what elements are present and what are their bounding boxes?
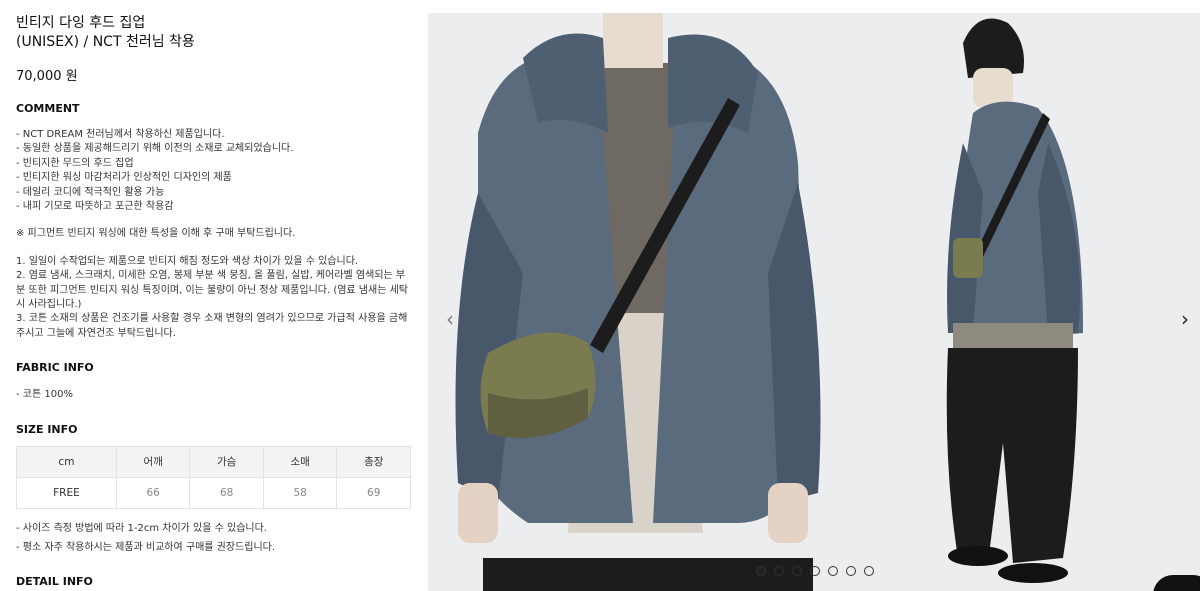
washing-notice: ※ 피그먼트 빈티지 워싱에 대한 특성을 이해 후 구매 부탁드립니다. xyxy=(16,228,296,240)
size-cell: 66 xyxy=(115,476,191,509)
gallery-dot[interactable] xyxy=(864,566,874,576)
size-col-header: cm xyxy=(16,445,117,478)
size-heading: SIZE INFO xyxy=(16,422,78,436)
comment-line: - 빈티지한 워싱 마감처리가 인상적인 디자인의 제품 xyxy=(16,172,232,184)
size-note: - 사이즈 측정 방법에 따라 1-2cm 차이가 있을 수 있습니다. xyxy=(16,522,267,534)
size-col-header: 어깨 xyxy=(115,445,191,478)
gallery-dot[interactable] xyxy=(756,566,766,576)
product-info-panel: 빈티지 다잉 후드 집업 (UNISEX) / NCT 천러님 착용 70,00… xyxy=(16,14,412,588)
size-cell: 68 xyxy=(189,476,264,509)
comment-line: - 내피 기모로 따뜻하고 포근한 착용감 xyxy=(16,201,174,213)
comment-heading: COMMENT xyxy=(16,102,80,115)
product-gallery[interactable]: ‹ › xyxy=(428,13,1200,591)
product-subtitle: (UNISEX) / NCT 천러님 착용 xyxy=(16,34,195,50)
product-photo xyxy=(455,13,1083,591)
size-col-header: 가슴 xyxy=(189,445,264,478)
size-table-header: cm 어깨 가슴 소매 총장 xyxy=(16,445,411,478)
product-title: 빈티지 다잉 후드 집업 xyxy=(16,15,146,31)
care-note: 2. 염료 냄새, 스크래치, 미세한 오염, 봉제 부분 색 뭉침, 올 풀림… xyxy=(16,270,408,311)
size-notes: - 사이즈 측정 방법에 따라 1-2cm 차이가 있을 수 있습니다. - 평… xyxy=(16,519,412,557)
model-side-image xyxy=(946,18,1083,583)
comment-line: - 빈티지한 무드의 후드 집업 xyxy=(16,157,134,169)
comment-line: - NCT DREAM 천러님께서 착용하신 제품입니다. xyxy=(16,129,225,140)
chevron-left-icon[interactable]: ‹ xyxy=(446,307,454,331)
size-note: - 평소 자주 착용하시는 제품과 비교하여 구매를 권장드립니다. xyxy=(16,541,276,553)
size-cell: 58 xyxy=(262,476,338,509)
size-table: cm 어깨 가슴 소매 총장 FREE 66 68 58 69 xyxy=(16,445,411,509)
comment-line: - 데일리 코디에 적극적인 활용 가능 xyxy=(16,186,165,198)
size-table-row: FREE 66 68 58 69 xyxy=(16,476,411,509)
size-col-header: 총장 xyxy=(336,445,411,478)
size-cell: FREE xyxy=(16,476,117,509)
gallery-dot[interactable] xyxy=(810,566,820,576)
detail-heading: DETAIL INFO xyxy=(16,574,93,588)
product-price: 70,000 원 xyxy=(16,69,78,84)
comment-line: - 동일한 상품을 제공해드리기 위해 이전의 소재로 교체되었습니다. xyxy=(16,143,294,155)
care-notes: 1. 일일이 수작업되는 제품으로 빈티지 해짐 정도와 색상 차이가 있을 수… xyxy=(16,255,412,341)
gallery-dot[interactable] xyxy=(828,566,838,576)
care-note: 1. 일일이 수작업되는 제품으로 빈티지 해짐 정도와 색상 차이가 있을 수… xyxy=(16,255,359,267)
chevron-right-icon[interactable]: › xyxy=(1181,307,1189,331)
gallery-dot[interactable] xyxy=(846,566,856,576)
size-col-header: 소매 xyxy=(262,445,338,478)
gallery-dot[interactable] xyxy=(774,566,784,576)
fabric-line: - 코튼 100% xyxy=(16,389,73,401)
model-front-image xyxy=(455,13,821,591)
comment-list: - NCT DREAM 천러님께서 착용하신 제품입니다. - 동일한 상품을 … xyxy=(16,128,412,214)
care-note: 3. 코튼 소재의 상품은 건조기를 사용할 경우 소재 변형의 염려가 있으므… xyxy=(16,313,408,339)
gallery-pagination xyxy=(756,566,874,576)
size-cell: 69 xyxy=(336,476,411,509)
gallery-dot[interactable] xyxy=(792,566,802,576)
fabric-heading: FABRIC INFO xyxy=(16,361,94,375)
